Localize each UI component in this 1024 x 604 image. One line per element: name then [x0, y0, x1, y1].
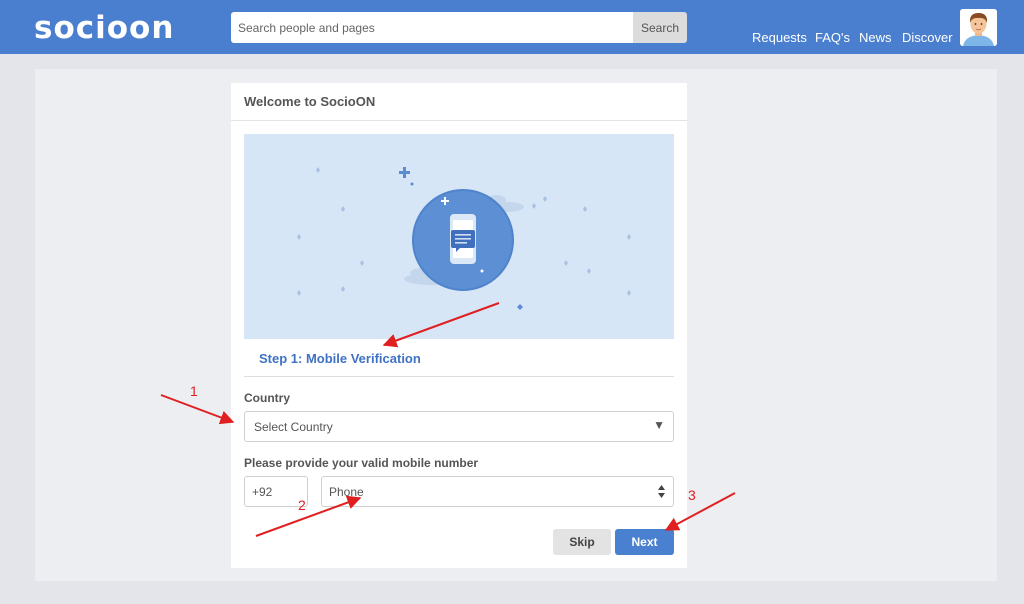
step-title: Step 1: Mobile Verification: [259, 351, 421, 366]
socioon-logo[interactable]: socioon: [34, 10, 174, 46]
chevron-down-icon: ▼: [653, 418, 665, 432]
nav-discover[interactable]: Discover: [902, 30, 953, 45]
country-code-value: +92: [252, 485, 273, 499]
number-spinner-icon[interactable]: [657, 483, 666, 500]
card-divider: [231, 120, 687, 121]
nav-faqs[interactable]: FAQ's: [815, 30, 850, 45]
phone-illustration-icon: [297, 167, 631, 310]
user-avatar[interactable]: [960, 9, 997, 46]
phone-field[interactable]: [321, 476, 674, 507]
phone-input[interactable]: [322, 477, 642, 506]
card-title: Welcome to SocioON: [244, 94, 376, 109]
country-select[interactable]: Select Country ▼: [244, 411, 674, 442]
skip-button[interactable]: Skip: [553, 529, 611, 555]
search-bar: Search: [231, 12, 687, 43]
welcome-card: Welcome to SocioON Step 1: Mobile Verifi…: [231, 83, 687, 568]
annotation-number-2: 2: [298, 497, 306, 513]
top-bar: socioon Search Requests FAQ's News Disco…: [0, 0, 1024, 54]
nav-requests[interactable]: Requests: [752, 30, 807, 45]
mobile-label: Please provide your valid mobile number: [244, 456, 479, 470]
mobile-verification-illustration: [244, 134, 674, 339]
user-avatar-icon: [960, 9, 997, 46]
nav-news[interactable]: News: [859, 30, 892, 45]
annotation-number-3: 3: [688, 487, 696, 503]
search-button[interactable]: Search: [633, 12, 687, 43]
next-button[interactable]: Next: [615, 529, 674, 555]
step-divider: [244, 376, 674, 377]
annotation-number-1: 1: [190, 383, 198, 399]
search-input[interactable]: [231, 12, 633, 43]
country-label: Country: [244, 391, 290, 405]
country-select-value: Select Country: [254, 420, 333, 434]
